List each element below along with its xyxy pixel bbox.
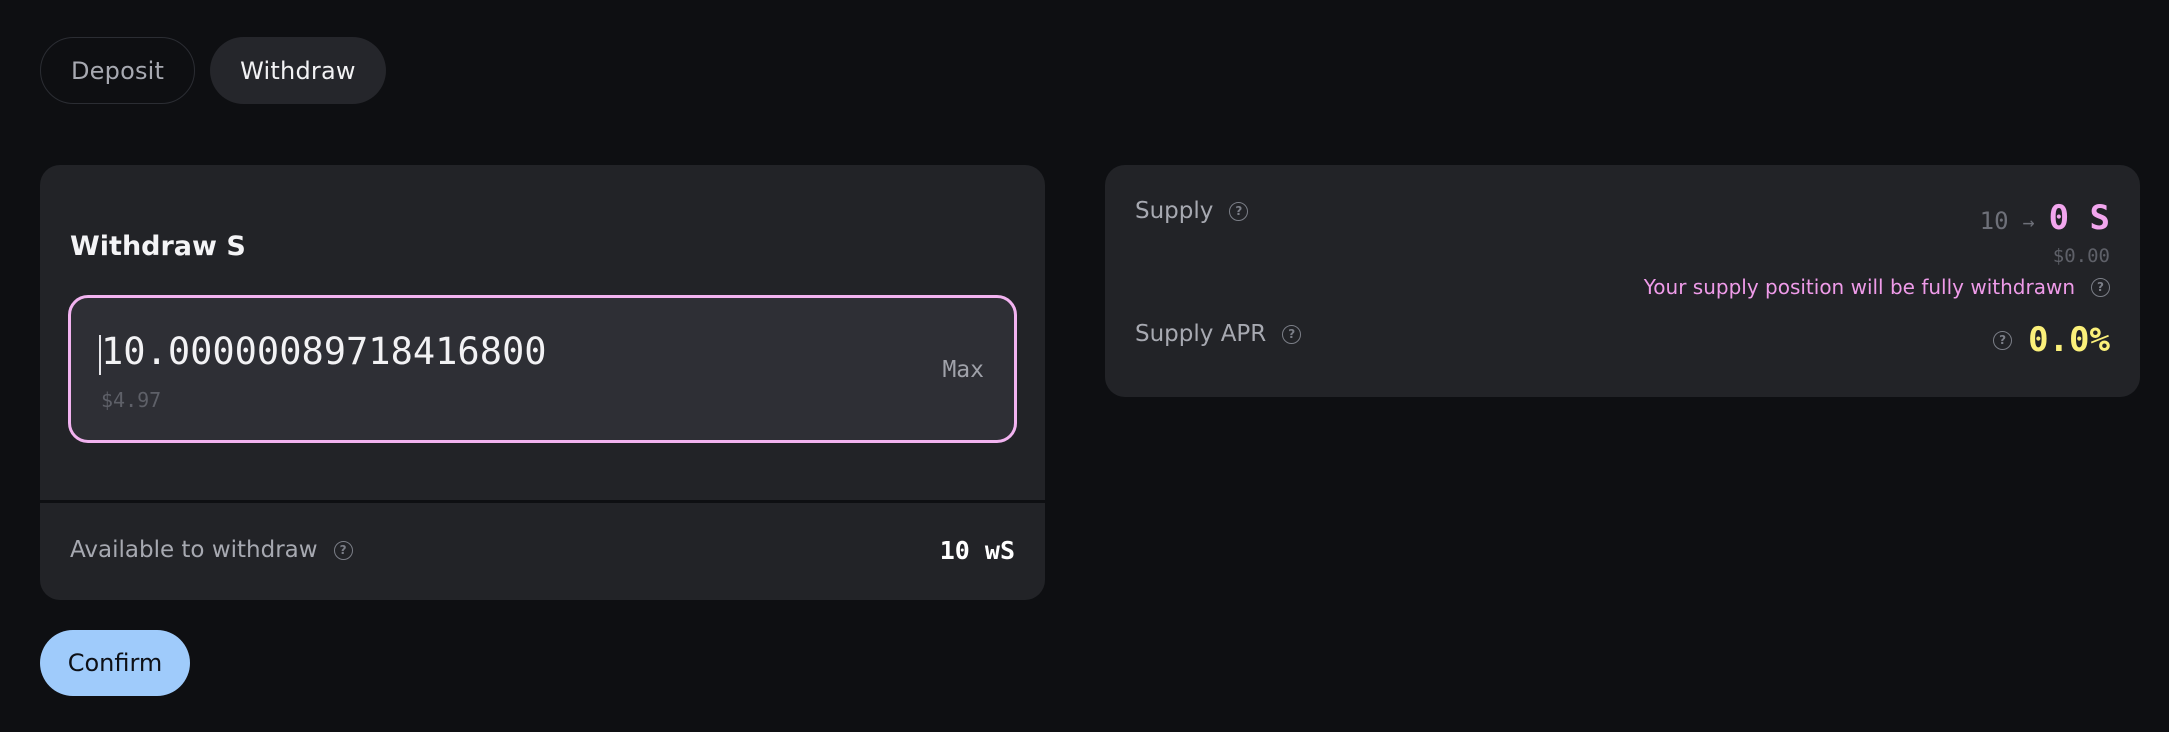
tab-withdraw[interactable]: Withdraw bbox=[210, 37, 386, 104]
supply-label: Supply bbox=[1135, 198, 1214, 224]
arrow-right-icon: → bbox=[2022, 210, 2035, 234]
withdraw-title: Withdraw S bbox=[70, 231, 246, 262]
supply-to-value: 0 S bbox=[2048, 198, 2110, 238]
tab-deposit[interactable]: Deposit bbox=[40, 37, 196, 104]
withdraw-card: Withdraw S 10.000000897184168004 $4.97 M… bbox=[40, 165, 1045, 600]
help-icon[interactable]: ? bbox=[1993, 330, 2013, 350]
withdraw-notice: Your supply position will be fully withd… bbox=[1644, 275, 2110, 299]
position-summary-card: Supply ? 10 → 0 S $0.00 Your supply posi… bbox=[1105, 165, 2140, 397]
supply-usd-value: $0.00 bbox=[2052, 245, 2110, 267]
supply-apr-label: Supply APR bbox=[1135, 321, 1267, 347]
max-button[interactable]: Max bbox=[942, 357, 984, 383]
confirm-button[interactable]: Confirm bbox=[40, 630, 190, 696]
supply-apr-value-group: ? 0.0% bbox=[1993, 320, 2110, 360]
help-icon[interactable]: ? bbox=[333, 540, 353, 560]
available-to-withdraw-row: Available to withdraw ? bbox=[70, 537, 353, 563]
available-label: Available to withdraw bbox=[70, 537, 318, 563]
amount-input-box[interactable]: 10.000000897184168004 $4.97 Max bbox=[68, 295, 1017, 443]
help-icon[interactable]: ? bbox=[1229, 201, 1249, 221]
supply-change: 10 → 0 S bbox=[1980, 198, 2110, 238]
available-value: 10 wS bbox=[939, 536, 1015, 565]
help-icon[interactable]: ? bbox=[2091, 277, 2110, 297]
help-icon[interactable]: ? bbox=[1282, 324, 1302, 344]
supply-apr-row: Supply APR ? bbox=[1135, 321, 1302, 347]
card-divider bbox=[40, 500, 1045, 503]
action-tabs: Deposit Withdraw bbox=[40, 37, 386, 104]
supply-row: Supply ? bbox=[1135, 198, 1249, 224]
supply-from-value: 10 bbox=[1979, 207, 2009, 235]
amount-input[interactable]: 10.000000897184168004 bbox=[101, 330, 546, 373]
notice-text: Your supply position will be fully withd… bbox=[1643, 275, 2075, 299]
amount-usd-value: $4.97 bbox=[101, 388, 162, 412]
supply-apr-value: 0.0% bbox=[2028, 320, 2110, 360]
